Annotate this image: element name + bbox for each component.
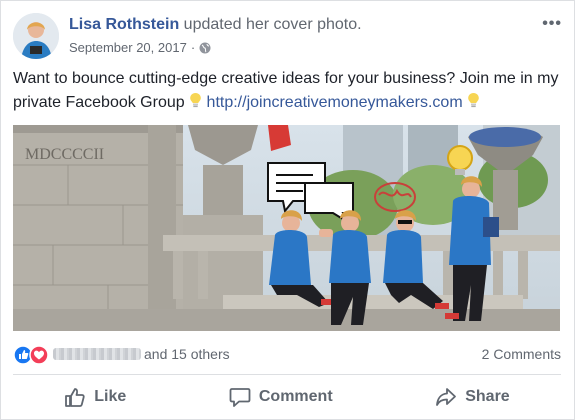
avatar[interactable] xyxy=(13,13,59,59)
reaction-icons[interactable] xyxy=(13,345,51,365)
post-action: updated her cover photo. xyxy=(179,16,362,33)
author-name[interactable]: Lisa Rothstein xyxy=(69,16,179,33)
date-separator: · xyxy=(190,40,196,55)
cover-photo[interactable]: MDCCCCII xyxy=(13,125,560,331)
post-card: Lisa Rothstein updated her cover photo. … xyxy=(0,0,575,420)
comments-count[interactable]: 2 Comments xyxy=(482,346,561,362)
more-options-icon[interactable]: ••• xyxy=(542,15,562,33)
globe-icon[interactable] xyxy=(199,42,211,54)
comment-button[interactable]: Comment xyxy=(229,386,333,408)
share-arrow-icon xyxy=(436,388,457,406)
post-meta: September 20, 2017 · xyxy=(69,40,211,56)
reactions-summary: and 15 others 2 Comments xyxy=(13,344,561,366)
comment-bubble-icon xyxy=(229,388,251,407)
post-text: Want to bounce cutting-edge creative ide… xyxy=(13,67,563,115)
blurred-name xyxy=(53,348,141,360)
reaction-names[interactable]: and 15 others xyxy=(53,346,230,362)
comment-label: Comment xyxy=(258,388,333,405)
love-reaction-icon xyxy=(29,345,49,365)
thumbs-up-icon xyxy=(65,388,85,407)
post-header: Lisa Rothstein updated her cover photo. xyxy=(69,15,362,35)
like-label: Like xyxy=(94,388,127,405)
light-bulb-icon xyxy=(190,93,201,108)
group-link[interactable]: http://joincreativemoneymakers.com xyxy=(207,94,463,111)
light-bulb-icon xyxy=(468,93,479,108)
share-label: Share xyxy=(465,388,510,405)
reaction-others: and 15 others xyxy=(144,346,230,362)
post-actions: Like Comment Share xyxy=(13,381,561,413)
divider xyxy=(13,374,561,375)
like-button[interactable]: Like xyxy=(64,386,126,408)
share-button[interactable]: Share xyxy=(435,386,510,408)
post-date[interactable]: September 20, 2017 xyxy=(69,40,187,56)
building-inscription: MDCCCCII xyxy=(25,146,104,163)
